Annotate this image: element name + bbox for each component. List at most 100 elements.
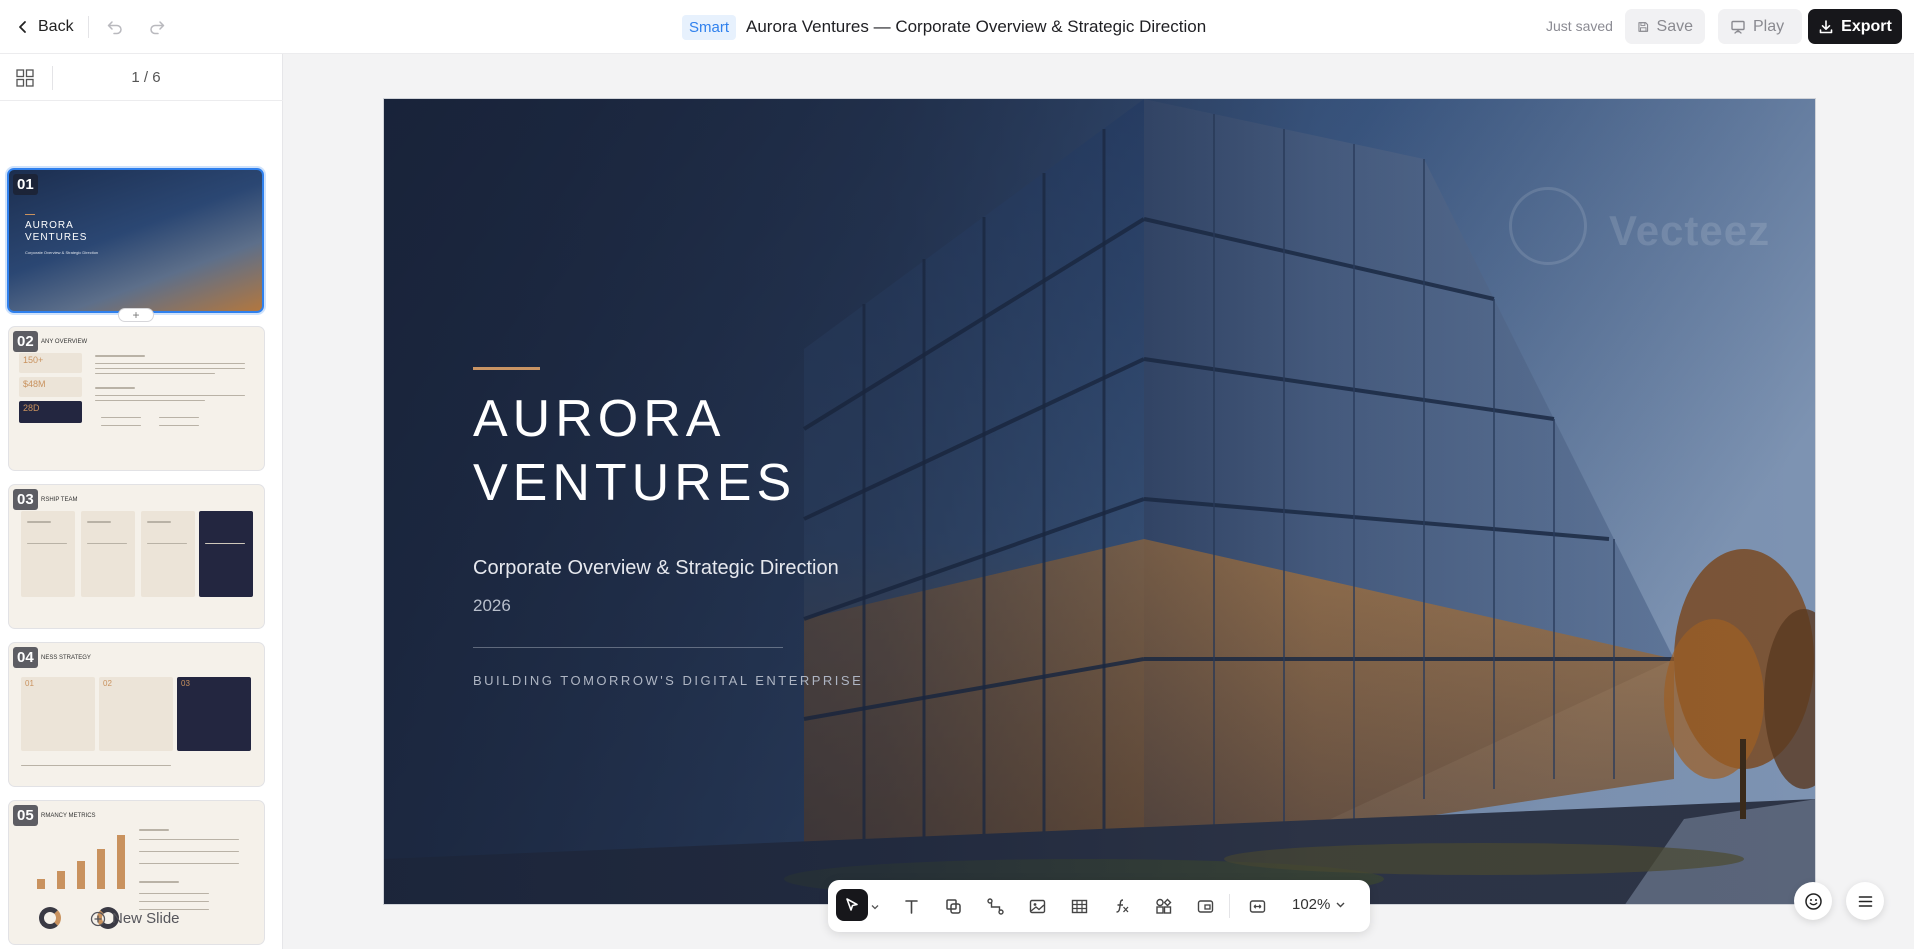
chart-bar bbox=[37, 879, 45, 889]
text-line bbox=[159, 425, 199, 426]
chevron-down-icon[interactable] bbox=[870, 902, 880, 912]
document-title[interactable]: Aurora Ventures — Corporate Overview & S… bbox=[746, 17, 1206, 37]
stat-value: 150+ bbox=[23, 355, 44, 365]
table-icon bbox=[1071, 899, 1087, 913]
text-icon bbox=[904, 899, 918, 914]
slide-title[interactable]: AURORA VENTURES bbox=[473, 387, 1173, 515]
undo-icon bbox=[107, 21, 122, 35]
text-line bbox=[101, 417, 141, 418]
text-line bbox=[147, 543, 187, 544]
top-bar: Back Smart Aurora Ventures — Corporate O… bbox=[0, 0, 1914, 54]
feedback-button[interactable] bbox=[1794, 882, 1832, 920]
insert-toolbar: 102% bbox=[828, 880, 1370, 932]
insert-slide-button[interactable]: + bbox=[118, 308, 154, 322]
accent-line bbox=[25, 214, 35, 215]
thumbnail-heading: ANY OVERVIEW bbox=[41, 339, 88, 345]
plus-circle-icon bbox=[90, 911, 106, 926]
text-line bbox=[205, 543, 245, 544]
select-tool[interactable] bbox=[836, 889, 868, 921]
text-line bbox=[101, 425, 141, 426]
card-number: 01 bbox=[25, 679, 34, 688]
text-line bbox=[95, 395, 245, 396]
thumbnail-title-line2: VENTURES bbox=[25, 232, 88, 243]
slide-thumbnail-3[interactable]: 03 RSHIP TEAM bbox=[8, 484, 265, 629]
slide-subtitle[interactable]: Corporate Overview & Strategic Direction bbox=[473, 557, 839, 580]
hamburger-icon bbox=[1858, 895, 1872, 907]
donut-chart bbox=[39, 907, 61, 929]
shapes-tool[interactable] bbox=[940, 893, 966, 919]
text-line bbox=[139, 851, 239, 852]
slide-year[interactable]: 2026 bbox=[473, 596, 511, 616]
document-title-group: Smart Aurora Ventures — Corporate Overvi… bbox=[682, 13, 1206, 41]
connector-tool[interactable] bbox=[982, 893, 1008, 919]
chevron-down-icon bbox=[1336, 902, 1345, 908]
export-button[interactable]: Export bbox=[1808, 9, 1902, 44]
divider bbox=[1229, 894, 1230, 918]
thumbnail-title: AURORA VENTURES bbox=[25, 220, 87, 244]
text-line bbox=[147, 521, 171, 523]
media-tool[interactable] bbox=[1192, 893, 1218, 919]
slide-canvas[interactable]: Vecteez AURORA VENTURES Corporate Overvi… bbox=[383, 98, 1816, 905]
menu-button[interactable] bbox=[1846, 882, 1884, 920]
text-line bbox=[139, 863, 239, 864]
zoom-dropdown[interactable]: 102% bbox=[1292, 896, 1346, 913]
thumbnail-heading: RSHIP TEAM bbox=[41, 497, 78, 503]
team-card bbox=[21, 511, 75, 597]
strategy-card-dark bbox=[177, 677, 251, 751]
export-label: Export bbox=[1841, 17, 1892, 35]
thumbnail-heading: NESS STRATEGY bbox=[41, 655, 91, 661]
formula-tool[interactable] bbox=[1108, 893, 1134, 919]
text-line bbox=[95, 368, 245, 369]
text-line bbox=[21, 765, 171, 766]
redo-icon bbox=[150, 21, 165, 35]
thumbnail-title-line1: AURORA bbox=[25, 220, 74, 231]
slide-thumbnail-2[interactable]: 02 ANY OVERVIEW 150+ $48M 28D bbox=[8, 326, 265, 471]
thumbnail-heading: RMANCY METRICS bbox=[41, 813, 96, 819]
redo-button[interactable] bbox=[144, 14, 170, 40]
text-line bbox=[27, 543, 67, 544]
undo-button[interactable] bbox=[102, 14, 128, 40]
zoom-level: 102% bbox=[1292, 896, 1331, 913]
presentation-icon bbox=[1731, 20, 1745, 34]
new-slide-button[interactable]: New Slide bbox=[90, 910, 180, 927]
slide-divider bbox=[473, 647, 783, 648]
back-button[interactable]: Back bbox=[16, 14, 74, 40]
team-card bbox=[81, 511, 135, 597]
strategy-card bbox=[21, 677, 95, 751]
card-number: 02 bbox=[103, 679, 112, 688]
save-button[interactable]: Save bbox=[1625, 9, 1705, 44]
sidebar-header: 1 / 6 bbox=[0, 54, 283, 101]
fit-to-screen-button[interactable] bbox=[1244, 893, 1270, 919]
slide-title-line1: AURORA bbox=[473, 390, 726, 448]
chart-bar bbox=[97, 849, 105, 889]
save-status: Just saved bbox=[1546, 18, 1613, 34]
slide-number: 05 bbox=[13, 805, 38, 826]
text-line bbox=[159, 417, 199, 418]
text-line bbox=[95, 363, 245, 364]
fit-icon bbox=[1249, 899, 1265, 913]
card-number: 03 bbox=[181, 679, 190, 688]
slide-title-line2: VENTURES bbox=[473, 454, 797, 512]
components-tool[interactable] bbox=[1150, 893, 1176, 919]
formula-icon bbox=[1115, 898, 1128, 913]
slide-number: 01 bbox=[13, 174, 38, 195]
slide-number: 04 bbox=[13, 647, 38, 668]
team-card bbox=[141, 511, 195, 597]
slide-thumbnail-4[interactable]: 04 NESS STRATEGY 01 02 03 bbox=[8, 642, 265, 787]
new-slide-label: New Slide bbox=[112, 910, 180, 927]
text-line bbox=[95, 387, 135, 389]
back-label: Back bbox=[38, 18, 74, 35]
strategy-card bbox=[99, 677, 173, 751]
watermark-text: Vecteez bbox=[1609, 207, 1771, 254]
text-tool[interactable] bbox=[898, 893, 924, 919]
text-line bbox=[139, 881, 179, 883]
image-tool[interactable] bbox=[1024, 893, 1050, 919]
table-tool[interactable] bbox=[1066, 893, 1092, 919]
play-button[interactable]: Play bbox=[1718, 9, 1802, 44]
slide-tagline[interactable]: BUILDING TOMORROW'S DIGITAL ENTERPRISE bbox=[473, 673, 863, 688]
divider bbox=[88, 16, 89, 38]
slide-thumbnail-1[interactable]: 01 AURORA VENTURES Corporate Overview & … bbox=[7, 168, 264, 313]
grid-view-icon[interactable] bbox=[14, 67, 36, 89]
smart-badge[interactable]: Smart bbox=[682, 14, 737, 40]
text-line bbox=[139, 901, 209, 902]
